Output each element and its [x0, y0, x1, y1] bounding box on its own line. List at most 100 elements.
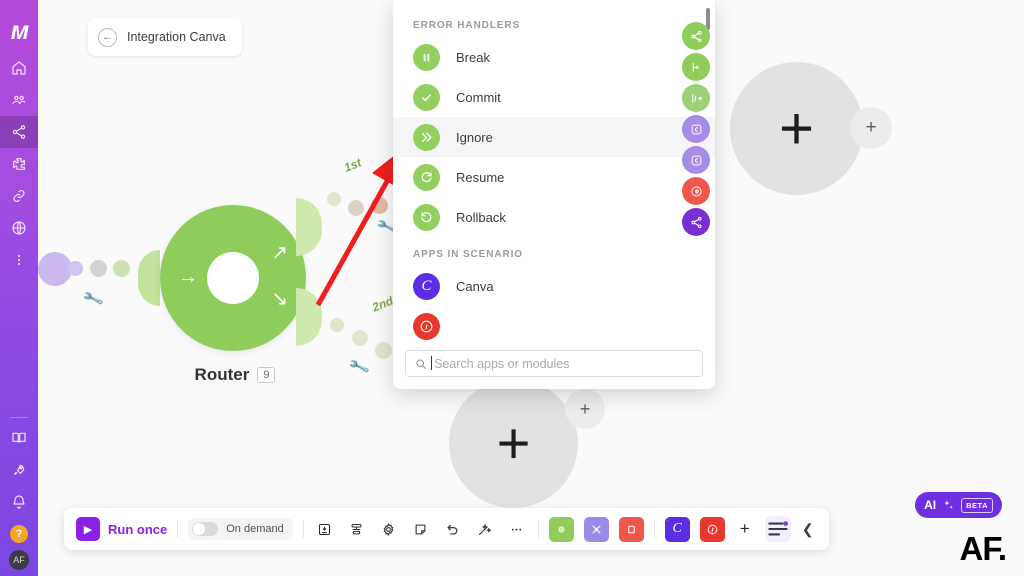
more-button[interactable]	[506, 518, 528, 540]
app-chip-flow[interactable]	[583, 516, 609, 542]
schedule-toggle[interactable]: On demand	[188, 518, 293, 540]
sidebar-item-connections[interactable]	[0, 180, 38, 212]
app-chip-tools[interactable]	[548, 516, 574, 542]
notes-button[interactable]	[410, 518, 432, 540]
route-label-1: 1st	[342, 155, 364, 175]
run-once-button[interactable]: ▶ Run once	[76, 517, 167, 541]
strip-module-canva-2[interactable]	[682, 146, 710, 174]
pinterest-icon-wrap	[413, 312, 440, 340]
route-label-2: 2nd	[370, 293, 396, 315]
palette-search-wrap[interactable]: Search apps or modules	[393, 342, 715, 389]
canva-app-icon	[691, 124, 701, 134]
breadcrumb[interactable]: ← Integration Canva	[88, 18, 242, 56]
make-logo[interactable]: м	[0, 10, 38, 52]
palette-item-label: Canva	[456, 278, 494, 294]
undo-icon	[447, 524, 458, 534]
router-badge: 9	[257, 367, 276, 383]
ignore-icon-wrap	[413, 123, 440, 151]
palette-item-commit[interactable]: Commit	[393, 77, 715, 117]
arrow-left-icon[interactable]: ←	[98, 27, 117, 47]
canva-icon-wrap: C	[413, 272, 440, 300]
app-chip-canva[interactable]: C	[664, 516, 690, 542]
sidebar-item-notifications[interactable]	[0, 486, 38, 518]
text-caret	[431, 355, 432, 370]
home-icon	[12, 61, 26, 75]
avatar[interactable]: AF	[9, 550, 29, 570]
sidebar-item-help[interactable]: ?	[0, 518, 38, 550]
palette-item-resume[interactable]: Resume	[393, 157, 715, 197]
palette-section-title-apps-in-scenario: APPS IN SCENARIO	[413, 249, 523, 260]
strip-module-flow[interactable]	[682, 53, 710, 81]
wrench-icon[interactable]: 🔧	[347, 355, 371, 378]
strip-module-pinterest[interactable]	[682, 177, 710, 205]
palette-item-canva[interactable]: C Canva	[393, 266, 715, 306]
canva-app-icon	[691, 155, 701, 165]
connector-dot	[348, 200, 364, 216]
book-icon	[12, 432, 26, 443]
share-nodes-icon	[690, 216, 702, 228]
arrow-out-2-icon: ↘	[271, 288, 288, 310]
sparkle-icon	[944, 500, 953, 509]
ellipsis-icon	[512, 528, 522, 530]
app-chip-pinterest[interactable]	[699, 516, 725, 542]
bell-icon	[13, 495, 25, 509]
autoalign-magic-button[interactable]	[474, 518, 496, 540]
text-icon	[627, 525, 635, 533]
palette-item-pinterest[interactable]	[393, 306, 715, 342]
collapse-button[interactable]: ❮	[799, 521, 817, 538]
settings-button[interactable]	[378, 518, 400, 540]
add-module-node[interactable]: + +	[730, 62, 892, 195]
palette-item-label: Ignore	[456, 129, 493, 145]
palette-item-label: Commit	[456, 89, 501, 105]
sidebar-item-home[interactable]	[0, 52, 38, 84]
sidebar-item-more[interactable]	[0, 244, 38, 276]
sidebar-item-templates[interactable]	[0, 148, 38, 180]
connector-node-left	[38, 252, 72, 286]
share-nodes-icon	[12, 125, 26, 139]
palette-item-break[interactable]: Break	[393, 37, 715, 77]
toolbar-divider	[177, 520, 179, 538]
sidebar-item-docs[interactable]	[0, 422, 38, 454]
sidebar-item-organization[interactable]	[0, 84, 38, 116]
connector-dot	[327, 192, 341, 206]
undo-button[interactable]	[442, 518, 464, 540]
sidebar-item-scenarios[interactable]	[0, 116, 38, 148]
wrench-icon[interactable]: 🔧	[81, 287, 105, 310]
filter-button[interactable]	[764, 516, 791, 542]
toolbar-divider	[302, 520, 304, 538]
rotate-right-icon	[421, 171, 432, 182]
palette-item-ignore[interactable]: Ignore	[393, 117, 715, 157]
strip-module-canva-1[interactable]	[682, 115, 710, 143]
strip-module-aggregator[interactable]	[682, 84, 710, 112]
left-sidebar[interactable]: м ? AF	[0, 0, 38, 576]
router-node[interactable]: → ↗ ↘	[160, 205, 306, 351]
palette-item-rollback[interactable]: Rollback	[393, 197, 715, 237]
auto-align-button[interactable]	[346, 518, 368, 540]
palette-list[interactable]: ERROR HANDLERS Break Commit Ignore Resum…	[393, 0, 715, 342]
app-chip-text[interactable]	[618, 516, 644, 542]
add-app-button[interactable]: +	[735, 519, 755, 539]
strip-module-router[interactable]	[682, 22, 710, 50]
puzzle-icon	[13, 158, 25, 170]
router-input-connector	[138, 250, 160, 306]
connector-dot	[330, 318, 344, 332]
bottom-toolbar[interactable]: ▶ Run once On demand C + ❮	[64, 508, 829, 550]
palette-section-title-error-handlers: ERROR HANDLERS	[413, 20, 521, 31]
save-button[interactable]	[314, 518, 336, 540]
connector-dot	[352, 330, 368, 346]
sidebar-divider	[10, 417, 28, 418]
break-icon-wrap	[413, 43, 440, 71]
module-strip[interactable]	[682, 22, 714, 236]
share-nodes-icon	[690, 30, 702, 42]
add-module-node[interactable]: + +	[449, 379, 605, 508]
strip-module-router-2[interactable]	[682, 208, 710, 236]
add-module-mini[interactable]: +	[850, 107, 892, 149]
play-icon: ▶	[76, 517, 100, 541]
search-input[interactable]: Search apps or modules	[431, 355, 570, 371]
module-palette-panel[interactable]: ERROR HANDLERS Break Commit Ignore Resum…	[393, 0, 715, 389]
toggle-switch[interactable]	[192, 522, 219, 536]
sidebar-item-whats-new[interactable]	[0, 454, 38, 486]
add-module-mini[interactable]: +	[565, 389, 605, 429]
ai-assistant-badge[interactable]: AI BETA	[915, 492, 1002, 518]
sidebar-item-webhooks[interactable]	[0, 212, 38, 244]
